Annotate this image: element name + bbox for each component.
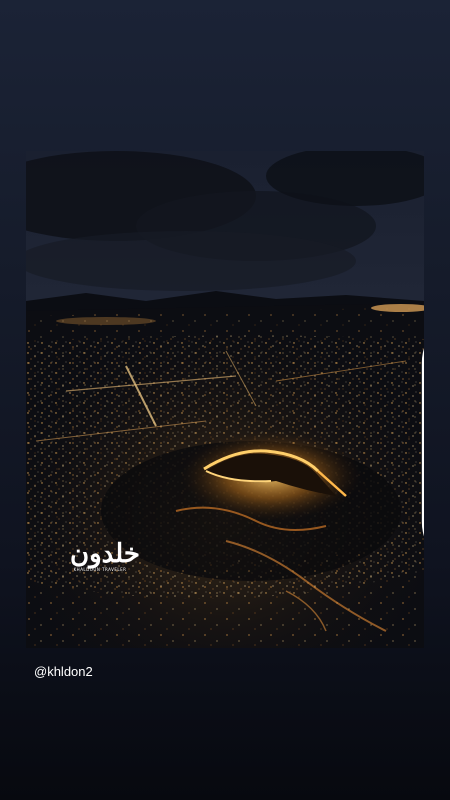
post-image[interactable]: خلدون KHALDOUN TRAVELER: [26, 151, 424, 648]
multiple-images-icon[interactable]: [392, 164, 424, 537]
watermark-logo: خلدون KHALDOUN TRAVELER: [70, 539, 141, 581]
story-viewer[interactable]: خلدون KHALDOUN TRAVELER @khldon2: [0, 0, 450, 800]
watermark-logo-text: خلدون: [70, 539, 141, 569]
watermark-subtitle: KHALDOUN TRAVELER: [73, 567, 127, 572]
username-mention[interactable]: @khldon2: [34, 664, 93, 680]
